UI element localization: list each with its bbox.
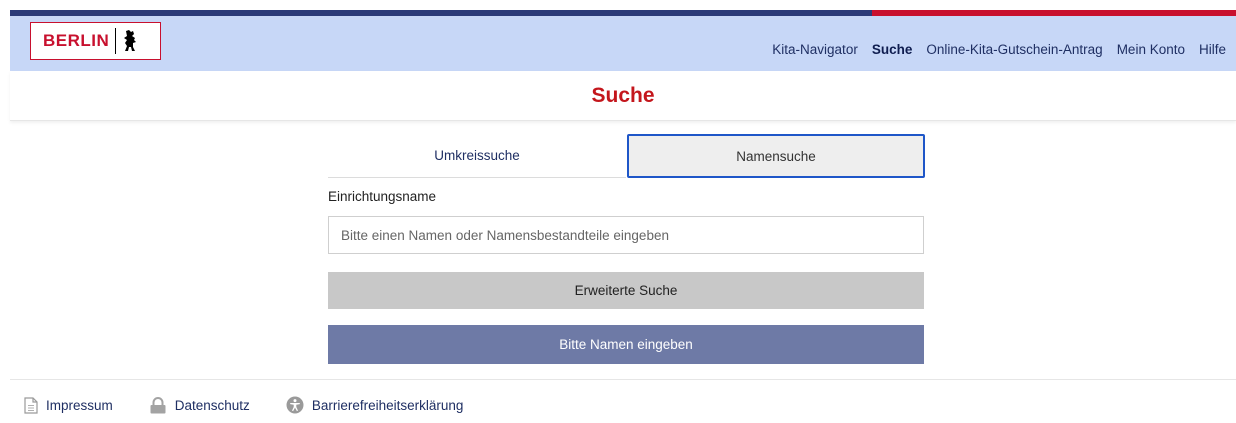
accessibility-icon <box>286 396 304 414</box>
page-frame: BERLIN Kita-Navigator Suche Online-Kita-… <box>10 10 1236 423</box>
field-label-einrichtungsname: Einrichtungsname <box>328 189 437 204</box>
footer-link-label: Datenschutz <box>174 397 250 413</box>
footer-link-label: Impressum <box>46 397 113 413</box>
logo-text: BERLIN <box>43 31 110 50</box>
search-tabs: Umkreissuche Namensuche <box>328 134 925 178</box>
extended-search-button[interactable]: Erweiterte Suche <box>328 272 924 309</box>
footer-link-datenschutz[interactable]: Datenschutz <box>149 396 250 414</box>
page-title-bar: Suche <box>10 71 1236 121</box>
footer-divider <box>10 379 1236 380</box>
document-icon <box>24 396 38 414</box>
nav-suche[interactable]: Suche <box>872 42 913 57</box>
search-form: Umkreissuche Namensuche Einrichtungsname… <box>328 134 925 364</box>
tab-umkreissuche[interactable]: Umkreissuche <box>328 134 626 178</box>
main-nav: Kita-Navigator Suche Online-Kita-Gutsche… <box>758 22 1226 77</box>
footer-link-label: Barrierefreiheitserklärung <box>311 397 464 413</box>
berlin-logo[interactable]: BERLIN <box>30 22 161 60</box>
nav-kita-navigator[interactable]: Kita-Navigator <box>772 42 858 57</box>
footer-link-barrierefreiheitserklaerung[interactable]: Barrierefreiheitserklärung <box>286 396 464 414</box>
footer-links: Impressum Datenschutz Barrierefreiheitse… <box>24 396 499 414</box>
tab-namensuche[interactable]: Namensuche <box>627 134 925 178</box>
nav-mein-konto[interactable]: Mein Konto <box>1117 42 1185 57</box>
submit-search-button[interactable]: Bitte Namen eingeben <box>328 325 924 364</box>
einrichtungsname-input[interactable] <box>328 216 924 254</box>
page-title: Suche <box>591 84 655 107</box>
nav-hilfe[interactable]: Hilfe <box>1199 42 1226 57</box>
site-header: BERLIN Kita-Navigator Suche Online-Kita-… <box>10 16 1236 71</box>
nav-online-kita-gutschein-antrag[interactable]: Online-Kita-Gutschein-Antrag <box>926 42 1102 57</box>
footer-link-impressum[interactable]: Impressum <box>24 396 113 414</box>
berlin-bear-icon <box>122 29 138 53</box>
lock-icon <box>150 396 166 413</box>
